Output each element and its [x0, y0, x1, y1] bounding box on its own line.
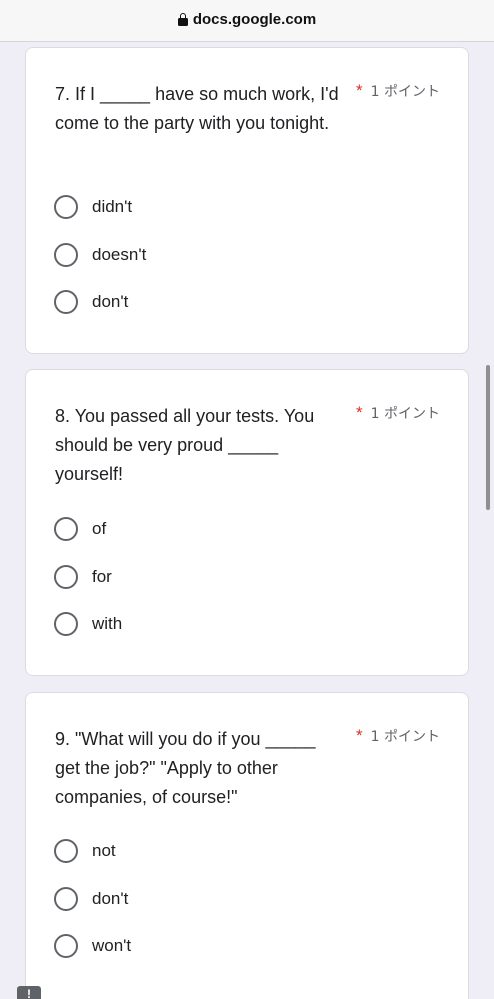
option-radio[interactable]: not	[54, 838, 116, 864]
points-label: * 1 ポイント	[356, 81, 440, 101]
option-label: won't	[92, 936, 132, 955]
option-label: doesn't	[92, 245, 147, 264]
radio-button[interactable]	[54, 565, 78, 589]
question-title: 7. If I _____ have so much work, I'd com…	[55, 84, 339, 133]
required-asterisk: *	[356, 726, 363, 745]
option-radio[interactable]: for	[54, 564, 112, 590]
option-label: not	[92, 841, 116, 860]
option-label: don't	[92, 889, 129, 908]
question-card-8: 8. You passed all your tests. You should…	[25, 369, 469, 676]
radio-button[interactable]	[54, 612, 78, 636]
points-label: * 1 ポイント	[356, 726, 440, 746]
option-label: with	[92, 614, 123, 633]
option-radio[interactable]: don't	[54, 289, 128, 315]
points-text: 1 ポイント	[370, 84, 440, 100]
option-radio[interactable]: didn't	[54, 194, 132, 220]
option-radio[interactable]: don't	[54, 886, 128, 912]
question-title: 9. "What will you do if you _____ get th…	[55, 729, 316, 807]
question-title: 8. You passed all your tests. You should…	[55, 406, 315, 484]
question-card-7: 7. If I _____ have so much work, I'd com…	[25, 47, 469, 354]
lock-icon	[177, 13, 188, 26]
option-label: didn't	[92, 197, 133, 216]
option-label: of	[92, 519, 107, 538]
required-asterisk: *	[356, 403, 363, 422]
radio-button[interactable]	[54, 839, 78, 863]
report-badge[interactable]: !	[17, 986, 41, 999]
question-card-9: 9. "What will you do if you _____ get th…	[25, 692, 469, 999]
radio-button[interactable]	[54, 887, 78, 911]
option-radio[interactable]: with	[54, 611, 122, 637]
url-text: docs.google.com	[192, 11, 317, 28]
points-text: 1 ポイント	[370, 729, 440, 745]
browser-url-bar[interactable]: docs.google.com	[0, 0, 494, 42]
points-label: * 1 ポイント	[356, 403, 440, 423]
scrollbar-indicator[interactable]	[486, 365, 490, 510]
radio-button[interactable]	[54, 517, 78, 541]
option-radio[interactable]: of	[54, 516, 106, 542]
radio-button[interactable]	[54, 290, 78, 314]
radio-button[interactable]	[54, 243, 78, 267]
option-label: for	[92, 567, 112, 586]
option-radio[interactable]: won't	[54, 933, 131, 959]
option-radio[interactable]: doesn't	[54, 242, 146, 268]
radio-button[interactable]	[54, 195, 78, 219]
radio-button[interactable]	[54, 934, 78, 958]
option-label: don't	[92, 292, 129, 311]
required-asterisk: *	[356, 81, 363, 100]
url-display[interactable]: docs.google.com	[177, 11, 317, 28]
points-text: 1 ポイント	[370, 406, 440, 422]
